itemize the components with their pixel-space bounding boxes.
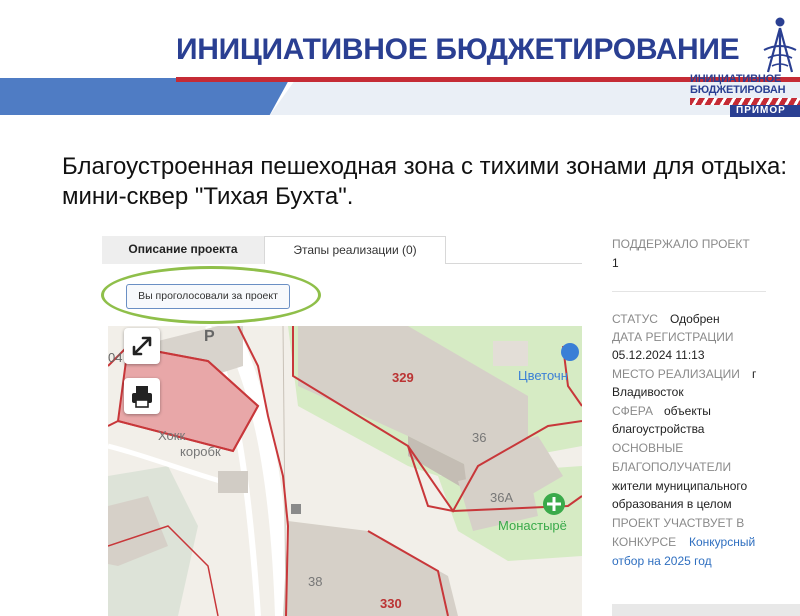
status-value: Одобрен — [670, 312, 720, 326]
map-label-36: 36 — [472, 430, 487, 445]
building-small — [218, 471, 248, 493]
project-map[interactable]: Р 04 Хокк коробк 329 36 36А 38 330 Цвето… — [108, 326, 582, 616]
sidebar-bottom-block — [612, 604, 800, 616]
status-label: СТАТУС — [612, 312, 658, 326]
map-label-monastery: Монастырё — [498, 518, 567, 533]
place-label: МЕСТО РЕАЛИЗАЦИИ — [612, 367, 740, 381]
logo-stripes — [690, 98, 800, 105]
supported-count: 1 — [612, 256, 619, 270]
voted-button[interactable]: Вы проголосовали за проект — [126, 284, 290, 309]
tab-description[interactable]: Описание проекта — [102, 236, 264, 264]
tab-stages[interactable]: Этапы реализации (0) — [264, 236, 446, 264]
map-label-36a: 36А — [490, 490, 514, 505]
building-ne — [493, 341, 528, 366]
print-icon — [132, 386, 152, 408]
registration-label: ДАТА РЕГИСТРАЦИИ — [612, 330, 734, 344]
beneficiaries-label-line1: ОСНОВНЫЕ — [612, 441, 684, 455]
sphere-value-line1: объекты — [664, 404, 711, 418]
logo-text-line2: БЮДЖЕТИРОВАН — [690, 84, 786, 96]
contest-link-line2[interactable]: отбор на 2025 год — [612, 554, 712, 568]
supported-label: ПОДДЕРЖАЛО ПРОЕКТ — [612, 237, 750, 251]
contest-link-line1[interactable]: Конкурсный — [689, 535, 755, 549]
map-label-330: 330 — [380, 596, 402, 611]
site-header: ИНИЦИАТИВНОЕ БЮДЖЕТИРОВАНИЕ ИНИЦИАТИВНОЕ… — [0, 0, 800, 120]
sidebar-divider — [612, 291, 766, 292]
project-tabs: Описание проекта Этапы реализации (0) — [102, 236, 582, 264]
map-canvas — [108, 326, 582, 616]
place-value: Владивосток — [612, 385, 684, 399]
beneficiaries-value-line2: образования в целом — [612, 497, 732, 511]
contest-label-line2: КОНКУРСЕ — [612, 535, 677, 549]
sphere-label: СФЕРА — [612, 404, 653, 418]
header-banner-blue — [0, 78, 290, 115]
flower-shop-marker-icon[interactable] — [561, 343, 579, 361]
logo-emblem-icon — [763, 17, 797, 73]
barrier-icon — [291, 504, 301, 514]
map-label-hockey1: Хокк — [158, 428, 186, 443]
site-title[interactable]: ИНИЦИАТИВНОЕ БЮДЖЕТИРОВАНИЕ — [176, 33, 740, 67]
logo-region: ПРИМОР — [730, 105, 800, 117]
parking-label: Р — [204, 328, 215, 345]
project-title: Благоустроенная пешеходная зона с тихими… — [62, 153, 788, 210]
brand-logo[interactable]: ИНИЦИАТИВНОЕ БЮДЖЕТИРОВАН ПРИМОР — [690, 16, 800, 117]
map-label-hockey2: коробк — [180, 444, 221, 459]
beneficiaries-value-line1: жители муниципального — [612, 479, 748, 493]
place-value-prefix: г — [752, 367, 757, 381]
map-label-partial: 04 — [108, 350, 123, 365]
sphere-value-line2: благоустройства — [612, 422, 705, 436]
map-fullscreen-button[interactable] — [124, 328, 160, 364]
map-label-38: 38 — [308, 574, 323, 589]
map-label-329: 329 — [392, 370, 414, 385]
map-print-button[interactable] — [124, 378, 160, 414]
beneficiaries-label-line2: БЛАГОПОЛУЧАТЕЛИ — [612, 460, 732, 474]
map-label-flowers: Цветочн — [518, 368, 568, 383]
contest-label-line1: ПРОЕКТ УЧАСТВУЕТ В — [612, 516, 745, 530]
registration-value: 05.12.2024 11:13 — [612, 348, 705, 362]
expand-icon — [132, 336, 152, 356]
